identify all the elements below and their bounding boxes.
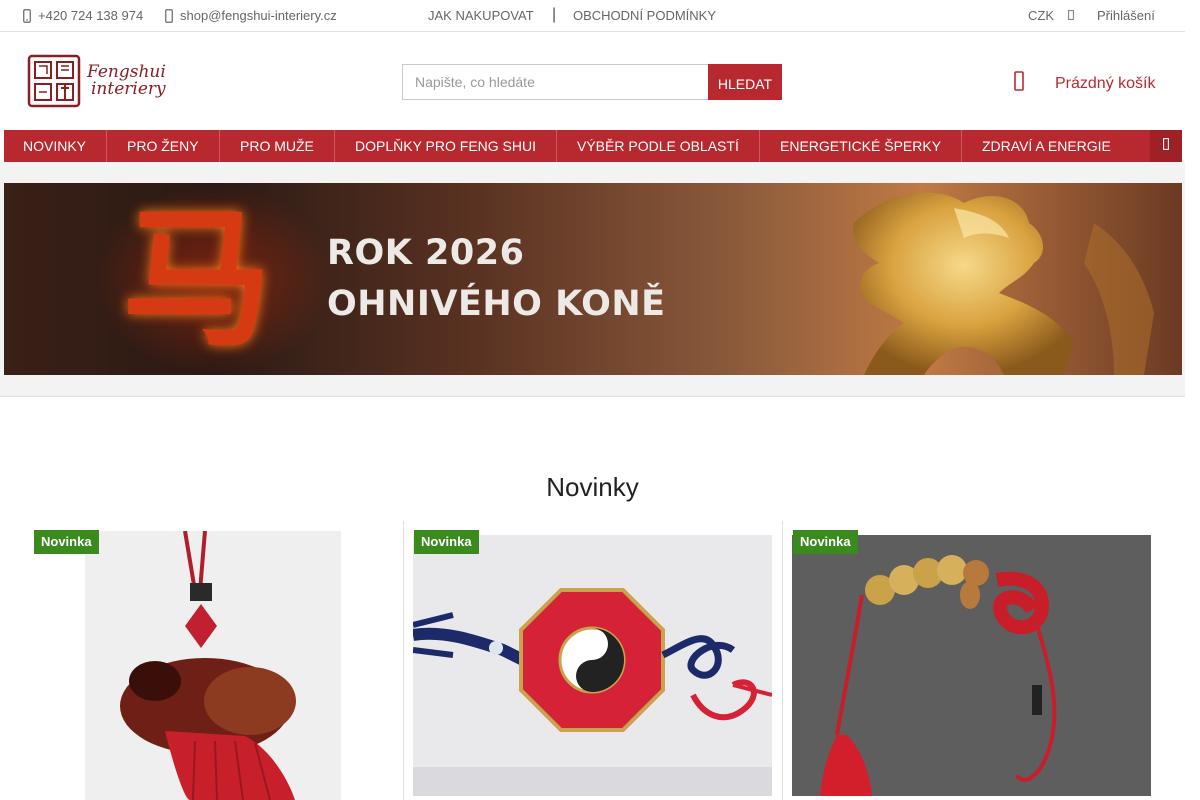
search-input[interactable] (402, 64, 708, 100)
topbar-divider: | (552, 6, 557, 23)
cart-icon (1014, 70, 1024, 97)
section-title-novinky: Novinky (546, 472, 639, 502)
more-icon (1163, 137, 1169, 155)
nav-item-vyber-podle-oblasti[interactable]: VÝBĚR PODLE OBLASTÍ (557, 130, 760, 162)
terms-link[interactable]: OBCHODNÍ PODMÍNKY (573, 8, 716, 23)
golden-horse-image (853, 192, 1154, 375)
nav-item-novinky[interactable]: NOVINKY (4, 130, 107, 162)
chevron-down-icon (1068, 8, 1074, 23)
promo-banner[interactable]: 马 ROK 2026 OHNIVÉHO KONĚ (4, 183, 1182, 375)
login-link[interactable]: Přihlášení (1097, 8, 1155, 23)
search-button[interactable]: HLEDAT (708, 64, 782, 100)
banner-headline-2: OHNIVÉHO KONĚ (327, 284, 666, 324)
main-navigation: NOVINKY PRO ŽENY PRO MUŽE DOPLŇKY PRO FE… (4, 130, 1182, 162)
cart-link[interactable]: Prázdný košík (1014, 70, 1155, 97)
how-to-buy-label[interactable]: JAK NAKUPOVAT (428, 8, 534, 23)
phone-contact[interactable]: +420 724 138 974 (23, 8, 143, 23)
site-logo[interactable]: Fengshui interiery (27, 54, 166, 108)
search-form: HLEDAT (402, 64, 782, 100)
product-card[interactable]: Novinka (24, 521, 402, 800)
banner-horse-character: 马 (122, 191, 273, 367)
phone-link[interactable]: +420 724 138 974 (38, 8, 143, 23)
nav-item-zdravi-a-energie[interactable]: ZDRAVÍ A ENERGIE (962, 130, 1131, 162)
email-contact[interactable]: shop@fengshui-interiery.cz (165, 8, 337, 23)
currency-selector[interactable]: CZK (1028, 8, 1074, 23)
mandarin-ducks-image (85, 531, 341, 800)
nav-item-doplnky[interactable]: DOPLŇKY PRO FENG SHUI (335, 130, 557, 162)
envelope-icon (165, 8, 173, 23)
email-link[interactable]: shop@fengshui-interiery.cz (180, 8, 337, 23)
new-badge: Novinka (793, 530, 858, 554)
product-card[interactable]: Novinka (403, 521, 781, 800)
new-badge: Novinka (414, 530, 479, 554)
nav-item-pro-zeny[interactable]: PRO ŽENY (107, 130, 220, 162)
currency-label: CZK (1028, 8, 1054, 23)
how-to-buy-link[interactable]: JAK NAKUPOVAT (428, 8, 534, 23)
logo-line-2: interiery (91, 79, 166, 99)
logo-text: Fengshui interiery (87, 64, 166, 98)
product-image[interactable] (85, 531, 341, 800)
banner-section: 马 ROK 2026 OHNIVÉHO KONĚ (0, 162, 1185, 397)
product-image[interactable] (413, 535, 772, 796)
login-label[interactable]: Přihlášení (1097, 8, 1155, 23)
nav-item-energeticke-sperky[interactable]: ENERGETICKÉ ŠPERKY (760, 130, 962, 162)
banner-headline-1: ROK 2026 (327, 233, 525, 273)
nav-item-pro-muze[interactable]: PRO MUŽE (220, 130, 335, 162)
cart-label: Prázdný košík (1055, 74, 1156, 92)
coin-tassel-image (792, 535, 1151, 796)
bagua-amulet-image (413, 535, 772, 796)
top-bar: +420 724 138 974 shop@fengshui-interiery… (0, 0, 1185, 32)
product-card[interactable]: Novinka (782, 521, 1160, 800)
terms-label[interactable]: OBCHODNÍ PODMÍNKY (573, 8, 716, 23)
new-badge: Novinka (34, 530, 99, 554)
phone-icon (23, 8, 31, 23)
product-image[interactable] (792, 535, 1151, 796)
nav-more-button[interactable] (1150, 130, 1182, 162)
logo-seal-icon (27, 54, 81, 108)
